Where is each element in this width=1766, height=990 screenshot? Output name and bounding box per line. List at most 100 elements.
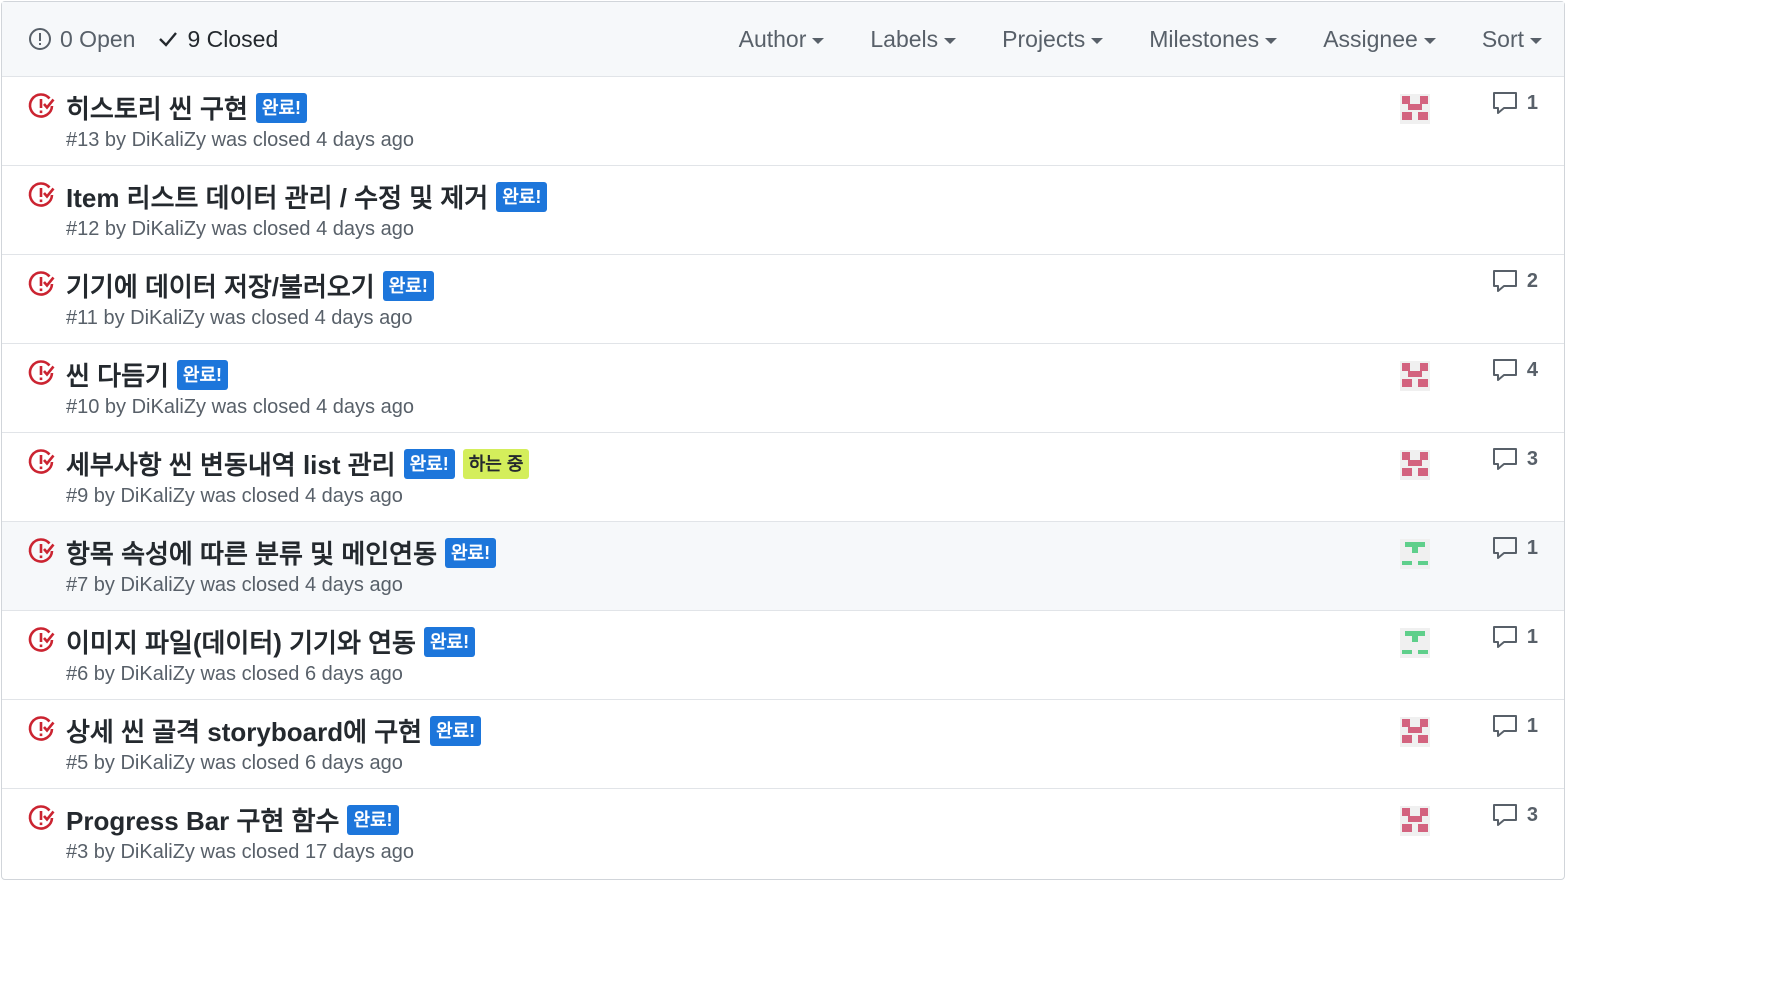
comment-icon — [1492, 359, 1517, 381]
issue-meta: #3 by DiKaliZy was closed 17 days ago — [66, 841, 414, 863]
comment-count: 3 — [1526, 803, 1538, 826]
issue-title-link[interactable]: 이미지 파일(데이터) 기기와 연동 — [66, 623, 416, 660]
issue-meta: #10 by DiKaliZy was closed 4 days ago — [66, 396, 414, 418]
issue-label[interactable]: 완료! — [496, 181, 548, 212]
issue-title-line: 세부사항 씬 변동내역 list 관리 완료! 하는 중 — [66, 445, 530, 482]
milestones-filter[interactable]: Milestones — [1149, 25, 1278, 53]
issue-meta: #7 by DiKaliZy was closed 4 days ago — [66, 574, 403, 596]
issue-title-line: 이미지 파일(데이터) 기기와 연동 완료! — [66, 623, 476, 660]
issue-label[interactable]: 하는 중 — [462, 448, 530, 479]
issue-title-line: 상세 씬 골격 storyboard에 구현 완료! — [66, 712, 482, 749]
assignee-filter[interactable]: Assignee — [1323, 26, 1436, 53]
assignee-avatar[interactable] — [1400, 717, 1430, 747]
issue-rows: 히스토리 씬 구현 완료! #13 by DiKaliZy was closed 4… — [2, 77, 1564, 879]
sort-filter-label: Sort — [1481, 25, 1524, 52]
issue-closed-icon-wrap — [27, 804, 55, 837]
open-issues-tab[interactable]: 0 Open — [28, 26, 135, 53]
comment-icon — [1492, 804, 1517, 826]
comment-icon — [1492, 92, 1517, 114]
issue-title-line: Progress Bar 구현 함수 완료! — [66, 801, 399, 838]
issue-title-link[interactable]: 세부사항 씬 변동내역 list 관리 — [66, 445, 396, 482]
issue-row[interactable]: Item 리스트 데이터 관리 / 수정 및 제거 완료! #12 by DiKal… — [2, 166, 1564, 255]
caret-down-icon — [1530, 37, 1542, 44]
assignee-avatar[interactable] — [1400, 94, 1430, 124]
assignee-avatar[interactable] — [1400, 361, 1430, 391]
comment-count: 1 — [1526, 625, 1538, 648]
issue-closed-icon — [28, 627, 55, 652]
comment-count-link[interactable]: 1 — [1492, 714, 1538, 738]
comment-count-link[interactable]: 4 — [1492, 358, 1538, 382]
labels-filter[interactable]: Labels — [870, 25, 957, 53]
issue-title-line: 기기에 데이터 저장/불러오기 완료! — [66, 267, 434, 304]
issue-title-line: 씬 다듬기 완료! — [66, 356, 229, 393]
issue-row[interactable]: 씬 다듬기 완료! #10 by DiKaliZy was closed 4 day… — [2, 344, 1564, 433]
issue-label[interactable]: 완료! — [176, 359, 229, 390]
closed-count-label: 9 Closed — [187, 25, 279, 52]
issue-label[interactable]: 완료! — [423, 626, 476, 657]
caret-down-icon — [944, 37, 957, 44]
issue-title-link[interactable]: 씬 다듬기 — [66, 356, 169, 393]
caret-down-icon — [812, 37, 825, 44]
issue-meta: #6 by DiKaliZy was closed 6 days ago — [66, 663, 403, 685]
caret-down-icon — [1091, 37, 1104, 44]
projects-filter-label: Projects — [1002, 25, 1086, 52]
closed-issues-tab[interactable]: 9 Closed — [157, 26, 278, 53]
issue-title-line: 히스토리 씬 구현 완료! — [66, 89, 308, 126]
issue-title-link[interactable]: 기기에 데이터 저장/불러오기 — [66, 267, 375, 304]
issue-label[interactable]: 완료! — [255, 92, 308, 123]
issue-closed-icon-wrap — [27, 359, 55, 392]
issue-closed-icon-wrap — [27, 448, 55, 481]
issue-row[interactable]: 이미지 파일(데이터) 기기와 연동 완료! #6 by DiKaliZy was … — [2, 611, 1564, 700]
issue-label[interactable]: 완료! — [347, 804, 399, 835]
comment-icon — [1492, 448, 1517, 470]
comment-count-link[interactable]: 3 — [1492, 803, 1538, 827]
labels-filter-label: Labels — [870, 25, 939, 52]
issue-row[interactable]: 상세 씬 골격 storyboard에 구현 완료! #5 by DiKaliZy … — [2, 700, 1564, 789]
issue-label[interactable]: 완료! — [430, 715, 482, 746]
issues-list-box: 0 Open 9 Closed Author Labels Projects M… — [1, 1, 1565, 880]
comment-count: 2 — [1526, 269, 1538, 292]
assignee-avatar[interactable] — [1400, 539, 1430, 569]
issue-title-link[interactable]: 항목 속성에 따른 분류 및 메인연동 — [66, 534, 437, 571]
issue-label[interactable]: 완료! — [445, 537, 497, 568]
issue-closed-icon — [28, 538, 55, 563]
issue-meta: #11 by DiKaliZy was closed 4 days ago — [66, 307, 413, 329]
issue-closed-icon-wrap — [27, 270, 55, 303]
milestones-filter-label: Milestones — [1149, 25, 1260, 52]
comment-count-link[interactable]: 3 — [1492, 447, 1538, 471]
check-icon — [159, 32, 178, 47]
filter-bar: Author Labels Projects Milestones Assign… — [693, 2, 1542, 76]
comment-count: 4 — [1526, 358, 1538, 381]
author-filter[interactable]: Author — [739, 26, 825, 53]
issue-closed-icon-wrap — [27, 92, 55, 125]
sort-filter[interactable]: Sort — [1482, 26, 1542, 53]
assignee-avatar[interactable] — [1400, 450, 1430, 480]
issue-row[interactable]: 히스토리 씬 구현 완료! #13 by DiKaliZy was closed 4… — [2, 77, 1564, 166]
issue-title-link[interactable]: 히스토리 씬 구현 — [66, 89, 248, 126]
issue-label[interactable]: 완료! — [403, 448, 455, 479]
comment-icon — [1492, 715, 1517, 737]
issue-row[interactable]: 세부사항 씬 변동내역 list 관리 완료! 하는 중 #9 by DiKaliZy… — [2, 433, 1564, 522]
comment-count-link[interactable]: 1 — [1492, 536, 1538, 560]
issue-row[interactable]: 항목 속성에 따른 분류 및 메인연동 완료! #7 by DiKaliZy was… — [2, 522, 1564, 611]
issue-label[interactable]: 완료! — [382, 270, 434, 301]
assignee-avatar[interactable] — [1400, 628, 1430, 658]
comment-count-link[interactable]: 2 — [1492, 269, 1538, 293]
projects-filter[interactable]: Projects — [1002, 25, 1104, 53]
comment-count-link[interactable]: 1 — [1492, 91, 1538, 115]
issue-title-link[interactable]: Item 리스트 데이터 관리 / 수정 및 제거 — [66, 178, 488, 215]
issue-title-link[interactable]: 상세 씬 골격 storyboard에 구현 — [66, 712, 422, 749]
issue-closed-icon — [28, 805, 55, 830]
issue-title-link[interactable]: Progress Bar 구현 함수 — [66, 801, 339, 838]
assignee-avatar[interactable] — [1400, 806, 1430, 836]
issue-title-line: 항목 속성에 따른 분류 및 메인연동 완료! — [66, 534, 497, 571]
comment-count: 1 — [1526, 714, 1538, 737]
issue-meta: #13 by DiKaliZy was closed 4 days ago — [66, 129, 414, 151]
comment-count-link[interactable]: 1 — [1492, 625, 1538, 649]
issue-row[interactable]: 기기에 데이터 저장/불러오기 완료! #11 by DiKaliZy was cl… — [2, 255, 1564, 344]
comment-icon — [1492, 270, 1517, 292]
issue-closed-icon — [28, 449, 55, 474]
issue-row[interactable]: Progress Bar 구현 함수 완료! #3 by DiKaliZy was … — [2, 789, 1564, 879]
issues-list-header: 0 Open 9 Closed Author Labels Projects M… — [2, 2, 1564, 77]
issue-closed-icon — [28, 93, 55, 118]
